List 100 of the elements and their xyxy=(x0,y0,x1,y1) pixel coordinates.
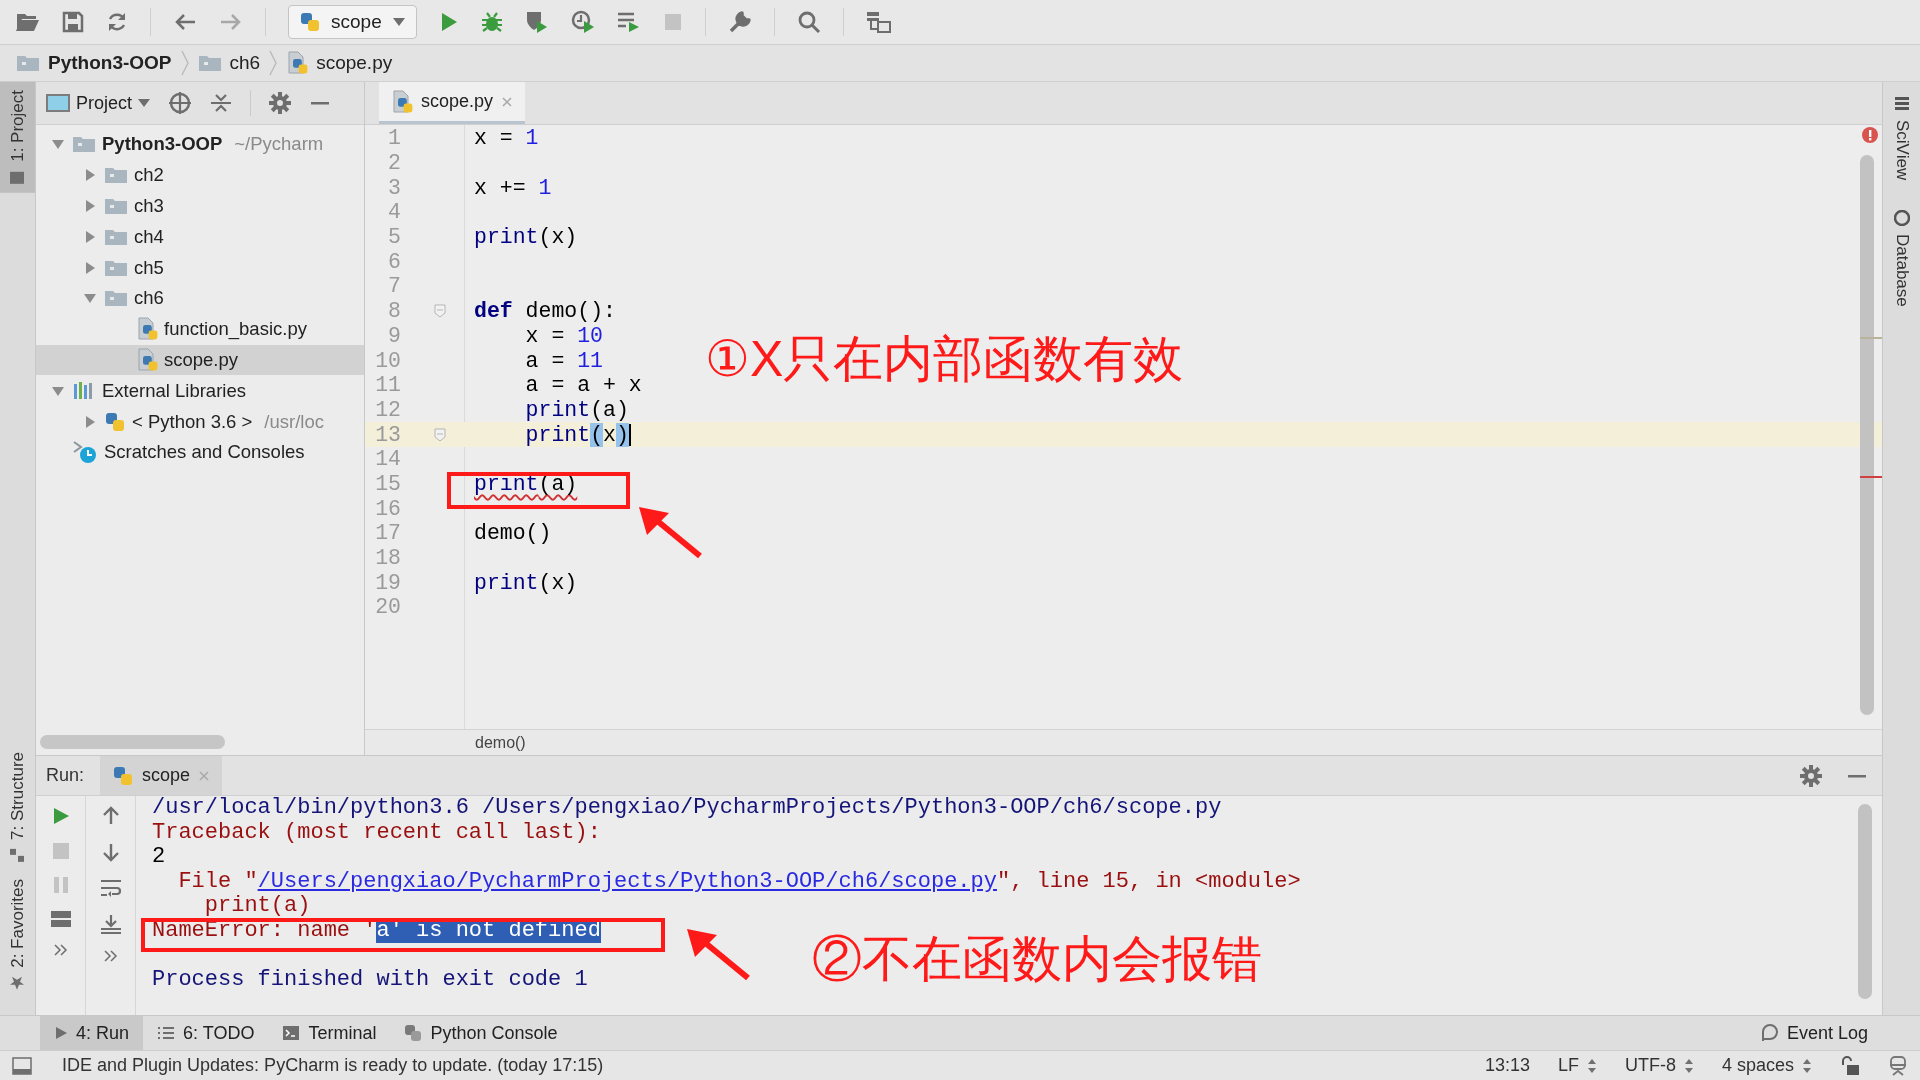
tree-item[interactable]: function_basic.py xyxy=(36,313,364,345)
scrollbar[interactable] xyxy=(40,735,225,749)
tree-item[interactable]: ch2 xyxy=(36,159,364,191)
tool-window-tab[interactable]: 1: Project xyxy=(0,82,35,193)
python-icon xyxy=(404,1024,423,1042)
collapse-all-icon[interactable] xyxy=(210,92,233,114)
arrow xyxy=(687,929,750,981)
up-down-icon[interactable] xyxy=(1586,1057,1597,1074)
code-line: print(x) xyxy=(473,570,578,595)
tree-item[interactable]: scope.py xyxy=(36,344,364,376)
console-line: Process finished with exit code 1 xyxy=(152,967,589,992)
line-number: 15 xyxy=(374,471,401,496)
lock-icon[interactable] xyxy=(1840,1055,1860,1076)
breadcrumb-item[interactable]: ch6 xyxy=(229,52,261,74)
tool-window-tab[interactable]: 2: Favorites xyxy=(0,871,35,999)
tree-item[interactable]: Python3-OOP ~/Pycharm xyxy=(36,129,364,160)
console-line: Traceback (most recent call last): xyxy=(152,820,602,845)
sync-icon[interactable] xyxy=(106,11,128,33)
python-file-icon xyxy=(286,51,309,75)
line-number: 11 xyxy=(374,373,401,398)
tool-window-tab[interactable]: Database xyxy=(1883,206,1920,311)
search-icon[interactable] xyxy=(796,10,821,34)
line-number: 18 xyxy=(374,546,401,571)
error-icon[interactable] xyxy=(1862,127,1878,143)
tool-window-icon xyxy=(9,848,26,864)
code-line: print(x) xyxy=(473,225,578,250)
caret-icon xyxy=(391,17,406,27)
panel-toggle-icon[interactable] xyxy=(12,1056,32,1075)
settings-icon[interactable] xyxy=(269,92,292,114)
code-line: a = a + x xyxy=(524,373,642,398)
tool-window-tab[interactable]: 4: Run xyxy=(40,1016,144,1050)
code-line: print(x) xyxy=(524,422,631,447)
status-message[interactable]: IDE and Plugin Updates: PyCharm is ready to update. (today 17:15) xyxy=(62,1055,604,1076)
scrollbar[interactable] xyxy=(1858,804,1872,999)
tool-window-tab[interactable]: Terminal xyxy=(268,1016,391,1050)
tree-item[interactable]: ch3 xyxy=(36,190,364,222)
save-icon[interactable] xyxy=(62,11,84,33)
code-line: def demo(): xyxy=(473,299,616,324)
clock-run-icon[interactable] xyxy=(570,10,595,34)
down-arrow-icon[interactable] xyxy=(100,842,121,862)
more-icon[interactable] xyxy=(103,950,118,962)
python-file-icon xyxy=(391,89,413,114)
open-folder-icon[interactable] xyxy=(16,12,40,32)
code-line: x += 1 xyxy=(473,175,552,200)
tree-item[interactable]: External Libraries xyxy=(36,375,364,407)
code-line: a = 11 xyxy=(524,348,604,373)
chevron-icon xyxy=(179,50,190,76)
line-number: 7 xyxy=(387,274,401,299)
tree-item[interactable]: ch6 xyxy=(36,283,364,314)
tool-window-tab[interactable]: 6: TODO xyxy=(143,1016,269,1050)
line-separator-selector[interactable]: LF xyxy=(1557,1055,1597,1076)
breadcrumb-item[interactable]: Python3-OOP xyxy=(48,52,172,74)
play-icon xyxy=(54,1026,68,1040)
close-icon[interactable] xyxy=(501,95,514,108)
scrollbar[interactable] xyxy=(1860,155,1874,715)
line-number: 9 xyxy=(387,323,401,348)
tree-item[interactable]: ch4 xyxy=(36,221,364,253)
list-run-icon[interactable] xyxy=(616,11,641,33)
back-arrow-icon[interactable] xyxy=(173,12,197,32)
bug-icon[interactable] xyxy=(480,11,503,33)
more-icon[interactable] xyxy=(53,944,68,956)
caret-position[interactable]: 13:13 xyxy=(1484,1055,1530,1076)
structure-icon[interactable] xyxy=(865,10,892,34)
line-number: 10 xyxy=(374,348,401,373)
run-tab[interactable]: scope xyxy=(100,756,223,795)
scroll-to-end-icon[interactable] xyxy=(99,914,122,934)
chevron-icon xyxy=(268,50,279,76)
wrench-icon[interactable] xyxy=(727,10,752,34)
tree-item[interactable]: < Python 3.6 > /usr/loc xyxy=(36,406,364,437)
breadcrumb-item[interactable]: demo() xyxy=(475,733,526,752)
python-icon xyxy=(112,765,135,786)
run-configuration-dropdown[interactable]: scope xyxy=(288,5,417,39)
console-line: print(a) xyxy=(203,894,312,919)
folder-icon xyxy=(104,165,128,186)
editor-tab[interactable]: scope.py xyxy=(379,82,526,124)
settings-icon[interactable] xyxy=(1800,764,1822,787)
tool-window-tab[interactable]: Python Console xyxy=(390,1016,572,1050)
code-line: x = 10 xyxy=(524,323,604,348)
encoding-selector[interactable]: UTF-8 xyxy=(1624,1055,1694,1076)
project-view-dropdown[interactable]: Project xyxy=(46,92,151,114)
up-down-icon[interactable] xyxy=(1802,1057,1812,1074)
indent-selector[interactable]: 4 spaces xyxy=(1721,1055,1812,1076)
layout-icon[interactable] xyxy=(49,910,72,928)
file-link[interactable]: /Users/pengxiao/PycharmProjects/Python3-OOP/ch6/scope.py xyxy=(257,868,997,894)
up-down-icon[interactable] xyxy=(1683,1057,1694,1074)
tree-item[interactable]: ch5 xyxy=(36,252,364,283)
tree-item[interactable]: Scratches and Consoles xyxy=(36,436,364,468)
line-number: 6 xyxy=(387,249,401,274)
line-number: 20 xyxy=(374,595,401,620)
line-number: 16 xyxy=(374,496,401,521)
shield-run-icon[interactable] xyxy=(524,10,549,34)
inspector-icon[interactable] xyxy=(1888,1054,1908,1077)
breadcrumb-item[interactable]: scope.py xyxy=(316,52,393,74)
tool-window-tab[interactable]: SciView xyxy=(1883,92,1920,185)
soft-wrap-icon[interactable] xyxy=(99,878,122,898)
event-log-button[interactable]: Event Log xyxy=(1758,1022,1920,1044)
locate-icon[interactable] xyxy=(168,91,193,115)
tool-window-icon xyxy=(9,169,26,185)
tool-window-tab[interactable]: 7: Structure xyxy=(0,744,35,872)
line-number: 4 xyxy=(387,200,401,225)
